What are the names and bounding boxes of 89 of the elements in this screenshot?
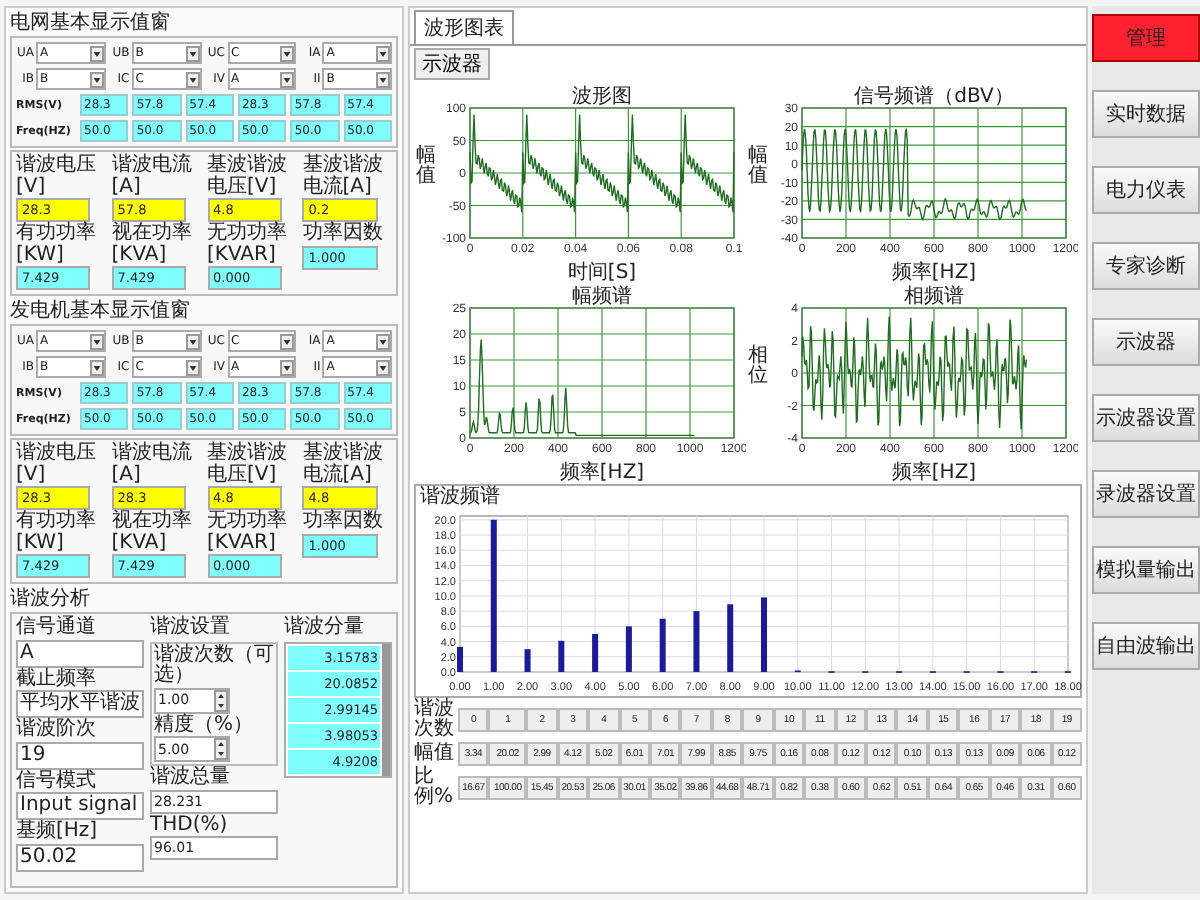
group-title: 谐波设置 <box>150 618 232 639</box>
spinner-icon <box>214 738 228 760</box>
group-title: 电网基本显示值窗 <box>10 12 172 34</box>
measure-label: 谐波电压[V] <box>16 444 98 486</box>
caret-icon <box>89 45 104 61</box>
measure-label: 有功功率[KW] <box>16 224 98 266</box>
axis-label: 频率[HZ] <box>559 462 645 482</box>
chart-title: 谐波频谱 <box>418 486 502 508</box>
measure-label: 谐波电流[A] <box>111 156 194 198</box>
caret-icon <box>89 333 104 349</box>
measure-label: 谐波电压[V] <box>16 156 98 198</box>
axis-label: 相位 <box>748 345 768 387</box>
caret-icon <box>280 359 295 375</box>
measure-label: 有功功率[KW] <box>16 512 98 554</box>
axis-label: 频率[HZ] <box>891 462 977 482</box>
nav-button[interactable]: 实时数据 <box>1092 90 1200 138</box>
nav-button[interactable]: 专家诊断 <box>1092 242 1200 290</box>
input-field[interactable]: A <box>16 639 144 667</box>
measure-label: 功率因数 <box>302 512 385 533</box>
caret-icon <box>376 45 390 61</box>
field-label: 基频[Hz] <box>16 822 100 843</box>
bar <box>524 649 531 672</box>
input-field[interactable]: 平均水平谐波 <box>16 690 144 718</box>
bar <box>625 626 632 672</box>
caret-icon <box>280 45 295 61</box>
measure-label: 无功功率[KVAR] <box>207 512 289 554</box>
oscilloscope-button[interactable]: 示波器 <box>414 48 490 80</box>
measure-label: 视在功率[KVA] <box>111 224 194 266</box>
axis-label: 幅值 <box>416 145 436 187</box>
spinner-icon <box>214 689 228 711</box>
bar <box>659 618 666 672</box>
tab[interactable]: 波形图表 <box>414 10 514 44</box>
field-label: 谐波总量 <box>150 768 232 789</box>
row-label: 谐波次数 <box>414 700 456 740</box>
input-field[interactable]: Input signal <box>16 792 144 820</box>
caret-icon <box>280 333 295 349</box>
measure-label: 视在功率[KVA] <box>111 512 194 554</box>
axis-label: 时间[S] <box>567 262 637 282</box>
bar <box>457 646 463 672</box>
bar <box>727 604 734 672</box>
nav-button[interactable]: 示波器 <box>1092 318 1200 366</box>
field-label: 信号通道 <box>16 618 98 639</box>
measure-label: 无功功率[KVAR] <box>207 224 289 266</box>
field-label: 谐波阶次 <box>16 720 98 741</box>
measure-label: 基波谐波电流[A] <box>302 444 385 486</box>
measure-label: 基波谐波电流[A] <box>302 156 385 198</box>
chart-title: 信号频谱（dBV） <box>854 86 1014 108</box>
field-label: THD(%) <box>150 815 230 836</box>
input-field[interactable]: 19 <box>16 741 144 769</box>
nav-button[interactable]: 自由波输出 <box>1092 622 1200 670</box>
group-title: 谐波分量 <box>284 618 366 639</box>
caret-icon <box>185 71 199 87</box>
measure-label: 基波谐波电压[V] <box>207 444 289 486</box>
input-field[interactable]: 50.02 <box>16 843 144 871</box>
field-label: 截止频率 <box>16 669 98 690</box>
caret-icon <box>185 45 199 61</box>
nav-button[interactable]: 示波器设置 <box>1092 394 1200 442</box>
nav-button[interactable]: 管理 <box>1092 14 1200 62</box>
nav-button[interactable]: 录波器设置 <box>1092 470 1200 518</box>
section-title: 谐波分析 <box>10 588 92 610</box>
bar <box>558 640 565 672</box>
measure-label: 基波谐波电压[V] <box>207 156 289 198</box>
row-label: 幅值 <box>414 744 456 764</box>
bar <box>761 597 767 672</box>
caret-icon <box>89 71 104 87</box>
chart-title: 幅频谱 <box>572 286 632 308</box>
measure-label: 谐波电流[A] <box>111 444 194 486</box>
caret-icon <box>376 333 390 349</box>
row-label: 比例% <box>414 768 456 808</box>
chart-title: 相频谱 <box>904 286 964 308</box>
measure-label: 功率因数 <box>302 224 385 245</box>
axis-label: 幅值 <box>748 145 768 187</box>
nav-button[interactable]: 模拟量输出 <box>1092 546 1200 594</box>
field-label: 谐波次数（可选） <box>154 645 274 687</box>
caret-icon <box>89 359 104 375</box>
field-label: 信号模式 <box>16 771 98 792</box>
caret-icon <box>376 359 390 375</box>
scrollbar[interactable] <box>382 643 390 775</box>
caret-icon <box>280 71 295 87</box>
field-label: 精度（%） <box>154 715 256 736</box>
bar <box>592 633 599 672</box>
nav-button[interactable]: 电力仪表 <box>1092 166 1200 214</box>
caret-icon <box>185 333 199 349</box>
caret-icon <box>185 359 199 375</box>
group-title: 发电机基本显示值窗 <box>10 300 192 322</box>
axis-label: 频率[HZ] <box>891 262 977 282</box>
caret-icon <box>376 71 390 87</box>
bar <box>693 611 700 672</box>
chart-title: 波形图 <box>572 86 632 108</box>
